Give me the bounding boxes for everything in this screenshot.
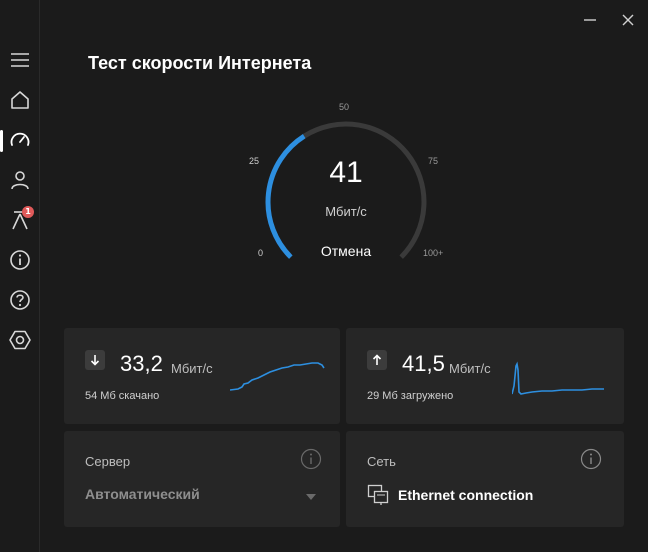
hamburger-icon <box>11 53 29 67</box>
page-title: Тест скорости Интернета <box>88 53 312 73</box>
download-value: 33,2 <box>120 351 163 376</box>
close-icon <box>622 14 634 26</box>
network-label: Сеть <box>367 454 396 469</box>
download-unit: Мбит/с <box>171 361 213 376</box>
home-icon <box>11 91 29 109</box>
scale-label-50: 50 <box>339 102 349 112</box>
cancel-button[interactable]: Отмена <box>246 243 446 259</box>
notification-badge: 1 <box>22 206 34 218</box>
help-icon <box>10 290 30 310</box>
gauge-track <box>302 121 427 259</box>
network-card: Сеть Ethernet connection <box>346 431 624 527</box>
ethernet-icon <box>367 484 389 505</box>
sidebar-item-info[interactable] <box>0 242 40 278</box>
server-select[interactable]: Автоматический <box>85 486 325 508</box>
close-button[interactable] <box>616 8 640 32</box>
settings-icon <box>9 330 31 350</box>
download-card: 33,2 Мбит/с 54 Мб скачано <box>64 328 340 424</box>
network-info-icon[interactable] <box>580 448 602 470</box>
gauge-progress <box>265 134 306 259</box>
chevron-down-icon <box>306 494 316 500</box>
speed-gauge: 0 25 50 75 100+ 41 Мбит/с Отмена <box>246 96 446 266</box>
upload-unit: Мбит/с <box>449 361 491 376</box>
gauge-unit: Мбит/с <box>325 204 367 219</box>
download-sparkline <box>230 362 325 391</box>
minimize-button[interactable] <box>578 8 602 32</box>
sidebar-item-home[interactable] <box>0 82 40 118</box>
minimize-icon <box>584 19 596 21</box>
person-icon <box>11 171 29 190</box>
sidebar-item-speed[interactable] <box>0 122 40 158</box>
download-amount: 54 Мб скачано <box>85 390 160 402</box>
upload-amount: 29 Мб загружено <box>367 390 454 402</box>
info-icon <box>10 250 30 270</box>
gauge-value: 41 <box>329 156 363 189</box>
server-label: Сервер <box>85 454 131 469</box>
server-card: Сервер Автоматический <box>64 431 340 527</box>
upload-sparkline <box>512 361 604 395</box>
server-value: Автоматический <box>85 486 200 502</box>
upload-card: 41,5 Мбит/с 29 Мб загружено <box>346 328 624 424</box>
upload-value: 41,5 <box>402 351 445 376</box>
speedometer-icon <box>10 132 30 146</box>
sidebar-item-alerts[interactable]: 1 <box>0 202 40 238</box>
sidebar-item-account[interactable] <box>0 162 40 198</box>
server-info-icon[interactable] <box>300 448 322 470</box>
sidebar-item-settings[interactable] <box>0 322 40 358</box>
sidebar-item-help[interactable] <box>0 282 40 318</box>
sidebar-item-menu[interactable] <box>0 42 40 78</box>
network-value: Ethernet connection <box>398 487 534 503</box>
sidebar: 1 <box>0 0 40 552</box>
upload-arrow-icon <box>367 350 387 370</box>
download-arrow-icon <box>85 350 105 370</box>
